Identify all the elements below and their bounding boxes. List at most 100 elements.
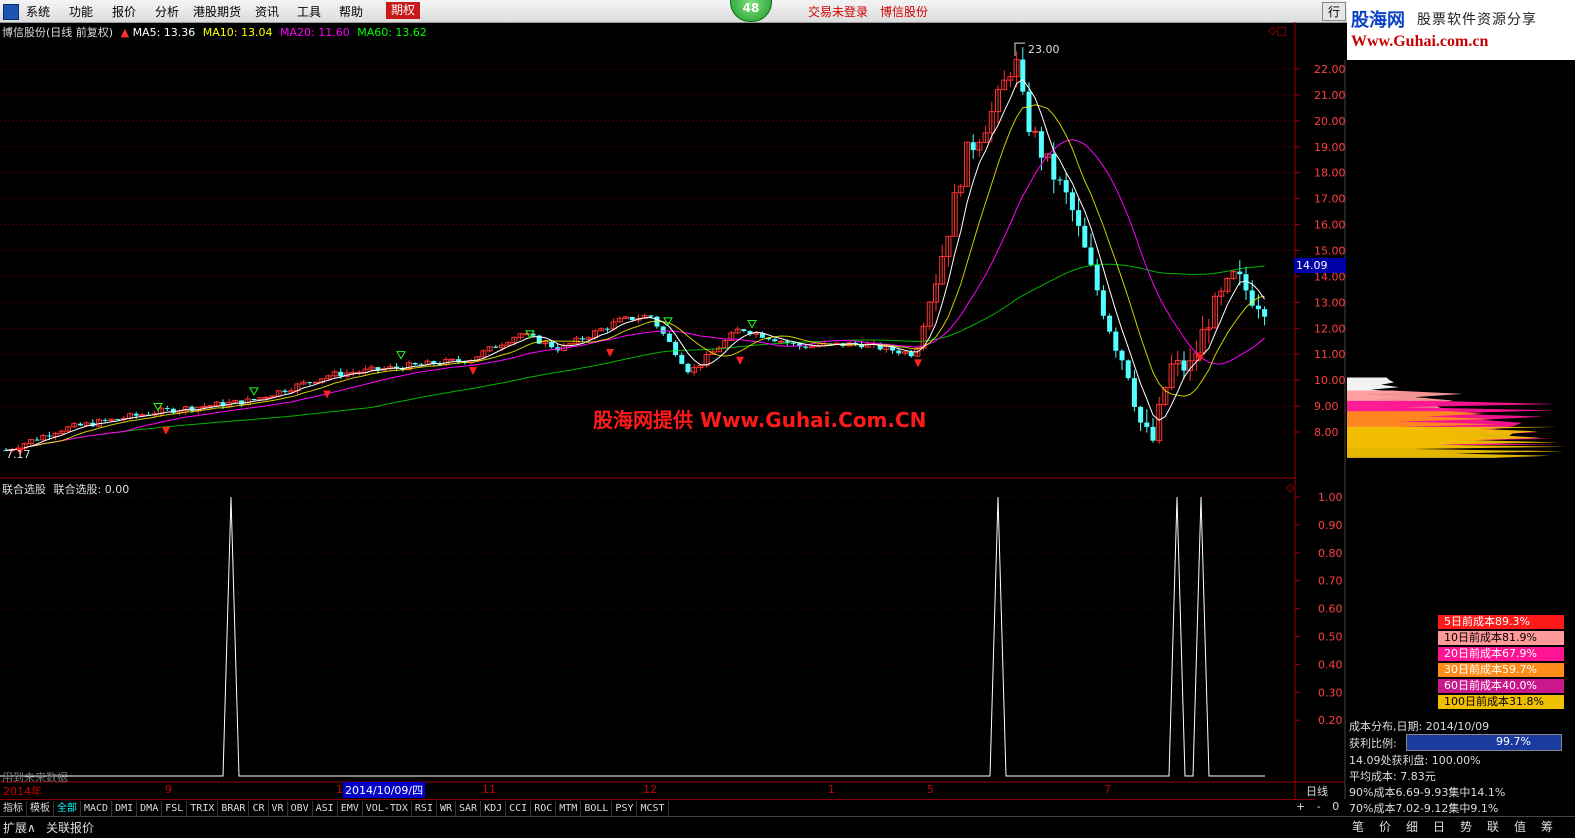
candle-body-down — [629, 316, 635, 321]
notification-badge[interactable]: 48 — [730, 0, 772, 22]
indicator-tab[interactable]: ROC — [531, 801, 557, 817]
indicator-tick-label: 0.80 — [1318, 547, 1343, 560]
profit-bar-fill — [1407, 735, 1561, 750]
profit-value: 99.7% — [1496, 735, 1531, 748]
indicator-tab[interactable]: SAR — [456, 801, 482, 817]
zoom-out-button[interactable]: - — [1317, 800, 1321, 813]
side-tab[interactable]: 筹 — [1541, 818, 1553, 835]
x-label-dec: 12 — [643, 783, 657, 796]
candle-body-down — [1125, 360, 1131, 379]
menu-bar: 系统 功能 报价 分析 港股期货 资讯 工具 帮助 期权 48 交易未登录 博信… — [0, 0, 1575, 23]
price-tick-label: 22.00 — [1314, 63, 1346, 76]
indicator-tab[interactable]: CR — [249, 801, 269, 817]
candle-body-up — [207, 405, 214, 408]
candle-body-down — [1237, 271, 1243, 275]
average-cost-line: 平均成本: 7.83元 — [1349, 770, 1436, 783]
menu-analysis[interactable]: 分析 — [155, 3, 179, 20]
chart-corner-icon[interactable]: ◇□ — [1268, 24, 1287, 37]
ma10-line — [5, 104, 1265, 451]
candle-body-down — [1020, 59, 1026, 92]
candle-body-down — [772, 339, 778, 342]
side-tab[interactable]: 日 — [1433, 818, 1445, 835]
indicator-tab[interactable]: 模板 — [27, 801, 54, 817]
quote-row-button[interactable]: 行 — [1322, 2, 1346, 21]
buy-arrow-icon — [469, 367, 477, 376]
indicator-tick-label: 1.00 — [1318, 491, 1343, 504]
price-tick-label: 20.00 — [1314, 115, 1346, 128]
price-tick-label: 11.00 — [1314, 348, 1346, 361]
candle-body-down — [1082, 225, 1088, 248]
indicator-tab[interactable]: MCST — [637, 801, 669, 817]
cross-marker: × — [1153, 22, 1161, 25]
expand-button[interactable]: 扩展∧ — [3, 819, 36, 836]
x-label-oct: 1 — [336, 783, 343, 796]
indicator-tab[interactable]: PSY — [612, 801, 638, 817]
indicator-tab[interactable]: MTM — [556, 801, 582, 817]
candle-body-down — [307, 382, 313, 384]
ma60-label: MA60: 13.62 — [357, 26, 427, 39]
current-price-tag: 14.09 — [1294, 258, 1346, 273]
price-tick-label: 8.00 — [1314, 426, 1339, 439]
trade-login-status[interactable]: 交易未登录 — [808, 3, 868, 20]
indicator-tab[interactable]: VOL-TDX — [363, 801, 412, 817]
side-tab[interactable]: 笔 — [1352, 818, 1364, 835]
side-tab[interactable]: 细 — [1406, 818, 1418, 835]
menu-tools[interactable]: 工具 — [297, 3, 321, 20]
menu-help[interactable]: 帮助 — [339, 3, 363, 20]
candle-body-up — [778, 340, 784, 343]
indicator-tab[interactable]: MACD — [81, 801, 113, 817]
indicator-tab[interactable]: WR — [437, 801, 457, 817]
chart-header: 博信股份(日线 前复权) ▲ MA5: 13.36 MA10: 13.04 MA… — [2, 24, 427, 40]
side-tab[interactable]: 价 — [1379, 818, 1391, 835]
up-arrow-icon: ▲ — [120, 26, 130, 39]
candle-body-down — [1131, 378, 1137, 407]
candle-body-down — [46, 435, 52, 437]
indicator-corner-icon[interactable]: ◇ — [1286, 481, 1294, 494]
candle-body-down — [1107, 315, 1113, 332]
candle-body-down — [102, 419, 108, 421]
indicator-tab[interactable]: VR — [269, 801, 288, 817]
indicator-tab[interactable]: DMI — [112, 801, 138, 817]
indicator-tab[interactable]: BRAR — [218, 801, 250, 817]
indicator-tab[interactable]: ASI — [313, 801, 338, 817]
side-tab[interactable]: 势 — [1460, 818, 1472, 835]
candle-body-down — [549, 341, 555, 348]
x-label-sep: 9 — [165, 783, 172, 796]
buy-arrow-icon — [162, 426, 170, 435]
indicator-tab[interactable]: OBV — [288, 801, 313, 817]
indicator-tab[interactable]: BOLL — [581, 801, 613, 817]
price-tick-label: 21.00 — [1314, 89, 1346, 102]
side-tab[interactable]: 联 — [1487, 818, 1499, 835]
side-tab[interactable]: 值 — [1514, 818, 1526, 835]
profit-bar — [1406, 734, 1562, 751]
indicator-tab[interactable]: FSL — [162, 801, 188, 817]
indicator-tab[interactable]: RSI — [412, 801, 437, 817]
indicator-tab[interactable]: 指标 — [0, 801, 27, 817]
menu-system[interactable]: 系统 — [26, 3, 50, 20]
indicator-tab[interactable]: 全部 — [54, 801, 81, 817]
candle-body-down — [604, 328, 610, 330]
cost-bar-item: 10日前成本81.9% — [1438, 631, 1564, 645]
menu-function[interactable]: 功能 — [69, 3, 93, 20]
indicator-tab[interactable]: CCI — [506, 801, 532, 817]
moving-average-lines — [5, 42, 1266, 451]
indicator-tab[interactable]: EMV — [338, 801, 363, 817]
related-quote-button[interactable]: 关联报价 — [46, 819, 94, 836]
cost-70-line: 70%成本7.02-9.12集中9.1% — [1349, 802, 1499, 815]
menu-quote[interactable]: 报价 — [112, 3, 136, 20]
indicator-tick-label: 0.40 — [1318, 658, 1343, 671]
indicator-tab[interactable]: KDJ — [481, 801, 507, 817]
watermark-text: 股海网提供 Www.Guhai.Com.CN — [593, 408, 927, 432]
period-label[interactable]: 日线 — [1306, 783, 1328, 799]
indicator-tab[interactable]: DMA — [137, 801, 163, 817]
zoom-reset-button[interactable]: 0 — [1332, 800, 1339, 813]
menu-hk-futures[interactable]: 港股期货 — [193, 3, 241, 20]
cost-bar-item: 60日前成本40.0% — [1438, 679, 1564, 693]
low-price-label: 7.17 — [6, 448, 31, 461]
ma10-label: MA10: 13.04 — [202, 26, 273, 39]
menu-options[interactable]: 期权 — [386, 2, 421, 19]
candle-body-down — [251, 398, 257, 400]
menu-info[interactable]: 资讯 — [255, 3, 279, 20]
indicator-tab[interactable]: TRIX — [187, 801, 219, 817]
zoom-in-button[interactable]: + — [1296, 800, 1305, 813]
